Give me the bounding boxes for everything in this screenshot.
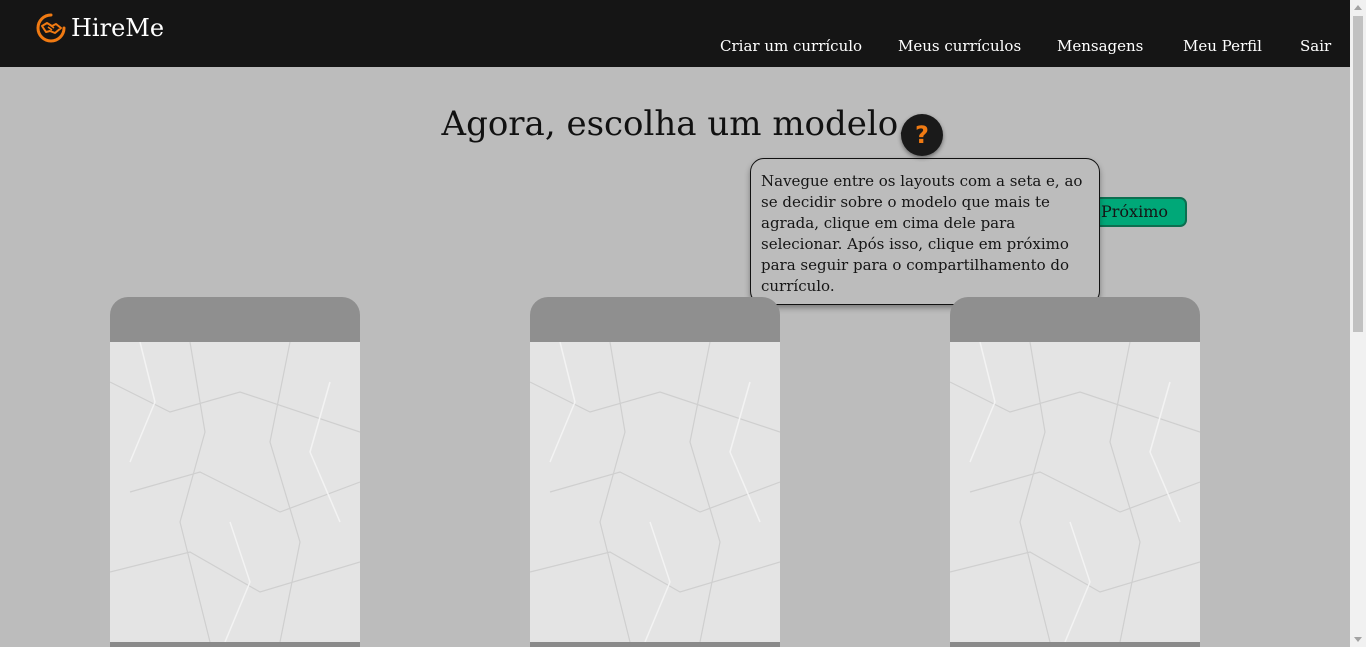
template-card-2[interactable] xyxy=(530,297,780,647)
template-card-header xyxy=(110,297,360,342)
crumpled-paper-preview xyxy=(530,342,780,642)
brand-name: HireMe xyxy=(71,14,165,42)
vertical-scrollbar[interactable] xyxy=(1350,0,1366,647)
question-mark-icon[interactable]: ? xyxy=(901,114,943,156)
template-card-footer xyxy=(950,642,1200,647)
brand-logo[interactable]: HireMe xyxy=(36,12,164,44)
crumpled-paper-preview xyxy=(110,342,360,642)
nav-mensagens[interactable]: Mensagens xyxy=(1057,37,1143,55)
nav-sair[interactable]: Sair xyxy=(1300,37,1331,55)
template-card-footer xyxy=(530,642,780,647)
crumpled-paper-preview xyxy=(950,342,1200,642)
handshake-icon xyxy=(36,13,66,43)
help-tooltip: Navegue entre os layouts com a seta e, a… xyxy=(750,158,1100,305)
nav-criar-curriculo[interactable]: Criar um currículo xyxy=(720,37,862,55)
scroll-thumb[interactable] xyxy=(1353,16,1363,332)
top-navbar: HireMe Criar um currículo Meus currículo… xyxy=(0,0,1350,67)
nav-meus-curriculos[interactable]: Meus currículos xyxy=(898,37,1021,55)
template-card-1[interactable] xyxy=(110,297,360,647)
template-card-3[interactable] xyxy=(950,297,1200,647)
scroll-up-arrow-icon[interactable] xyxy=(1354,5,1362,10)
template-card-header xyxy=(530,297,780,342)
nav-meu-perfil[interactable]: Meu Perfil xyxy=(1183,37,1262,55)
scroll-down-arrow-icon[interactable] xyxy=(1354,637,1362,642)
template-card-header xyxy=(950,297,1200,342)
page-title: Agora, escolha um modelo. xyxy=(441,104,909,144)
template-card-footer xyxy=(110,642,360,647)
